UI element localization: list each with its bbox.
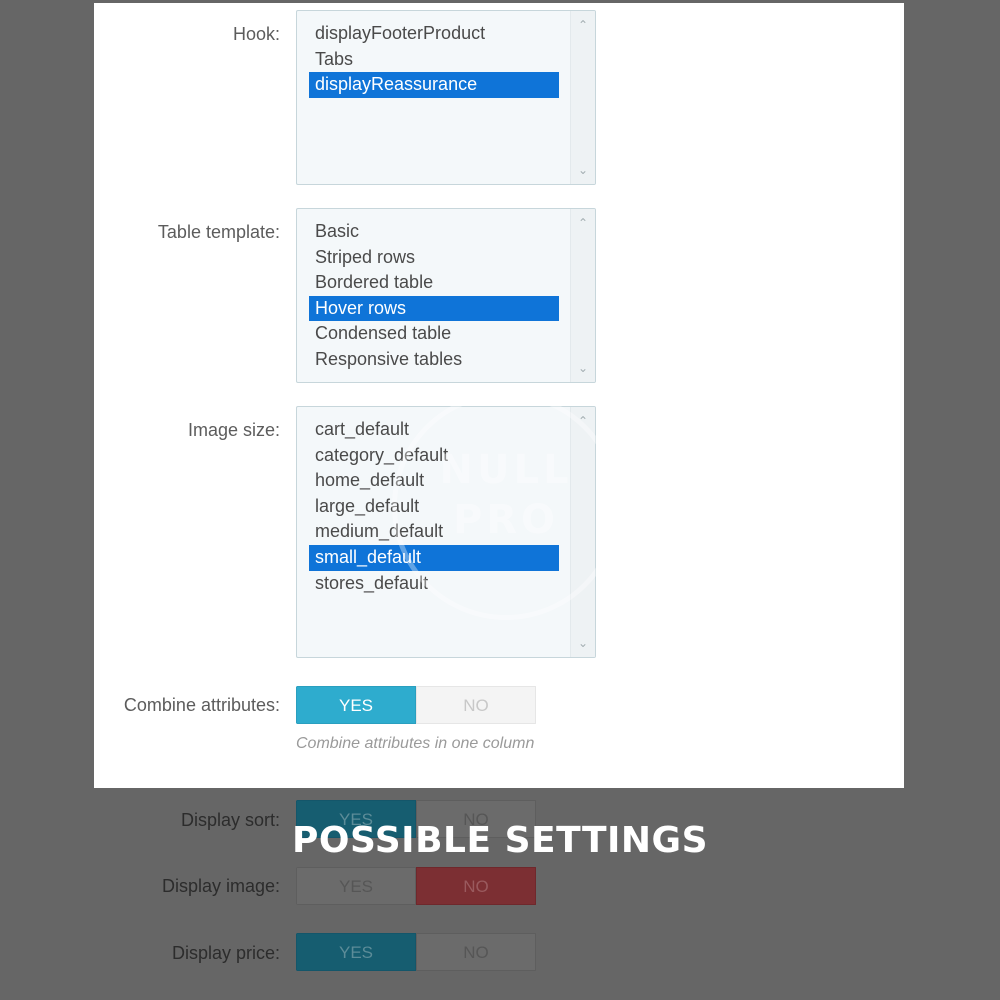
display-image-label: Display image: bbox=[161, 876, 280, 896]
table-template-listbox[interactable]: Basic Striped rows Bordered table Hover … bbox=[296, 208, 596, 383]
table-template-option[interactable]: Basic bbox=[309, 219, 559, 245]
table-template-option[interactable]: Responsive tables bbox=[309, 347, 559, 373]
scroll-down-icon[interactable]: ⌄ bbox=[575, 164, 591, 176]
hook-scrollbar[interactable]: ⌃ ⌄ bbox=[570, 11, 595, 184]
image-size-listbox[interactable]: cart_default category_default home_defau… bbox=[296, 406, 596, 658]
image-size-option[interactable]: stores_default bbox=[309, 571, 559, 597]
display-price-yes-button[interactable]: YES bbox=[296, 933, 416, 971]
scroll-up-icon[interactable]: ⌃ bbox=[575, 19, 591, 31]
display-image-no-button[interactable]: NO bbox=[416, 867, 536, 905]
scroll-down-icon[interactable]: ⌄ bbox=[575, 637, 591, 649]
combine-attributes-yes-button[interactable]: YES bbox=[296, 686, 416, 724]
display-image-toggle[interactable]: YES NO bbox=[296, 867, 537, 905]
display-price-label: Display price: bbox=[171, 943, 280, 963]
possible-settings-banner: POSSIBLE SETTINGS bbox=[291, 820, 709, 861]
image-size-scrollbar[interactable]: ⌃ ⌄ bbox=[570, 407, 595, 657]
hook-option[interactable]: Tabs bbox=[309, 47, 559, 73]
scroll-down-icon[interactable]: ⌄ bbox=[575, 362, 591, 374]
display-image-yes-button[interactable]: YES bbox=[296, 867, 416, 905]
table-template-option-selected[interactable]: Hover rows bbox=[309, 295, 559, 322]
image-size-option-selected[interactable]: small_default bbox=[309, 544, 559, 571]
combine-attributes-help: Combine attributes in one column bbox=[296, 735, 535, 752]
image-size-option[interactable]: large_default bbox=[309, 494, 559, 520]
table-template-scrollbar[interactable]: ⌃ ⌄ bbox=[570, 209, 595, 382]
overlay-top bbox=[94, 0, 904, 3]
scroll-up-icon[interactable]: ⌃ bbox=[575, 217, 591, 229]
image-size-option[interactable]: medium_default bbox=[309, 519, 559, 545]
display-price-no-button[interactable]: NO bbox=[416, 933, 536, 971]
table-template-option[interactable]: Bordered table bbox=[309, 270, 559, 296]
scroll-up-icon[interactable]: ⌃ bbox=[575, 415, 591, 427]
table-template-option[interactable]: Striped rows bbox=[309, 245, 559, 271]
hook-option[interactable]: displayFooterProduct bbox=[309, 21, 559, 47]
hook-option-selected[interactable]: displayReassurance bbox=[309, 72, 559, 98]
display-price-toggle[interactable]: YES NO bbox=[296, 933, 537, 971]
hook-listbox[interactable]: displayFooterProduct Tabs displayReassur… bbox=[296, 10, 596, 185]
table-template-option[interactable]: Condensed table bbox=[309, 321, 559, 347]
combine-attributes-no-button[interactable]: NO bbox=[416, 686, 536, 724]
image-size-option[interactable]: category_default bbox=[309, 443, 559, 469]
image-size-option[interactable]: home_default bbox=[309, 468, 559, 494]
combine-attributes-toggle[interactable]: YES NO bbox=[296, 686, 537, 724]
settings-screenshot: Hook: displayFooterProduct Tabs displayR… bbox=[0, 0, 1000, 1000]
image-size-option[interactable]: cart_default bbox=[309, 417, 559, 443]
